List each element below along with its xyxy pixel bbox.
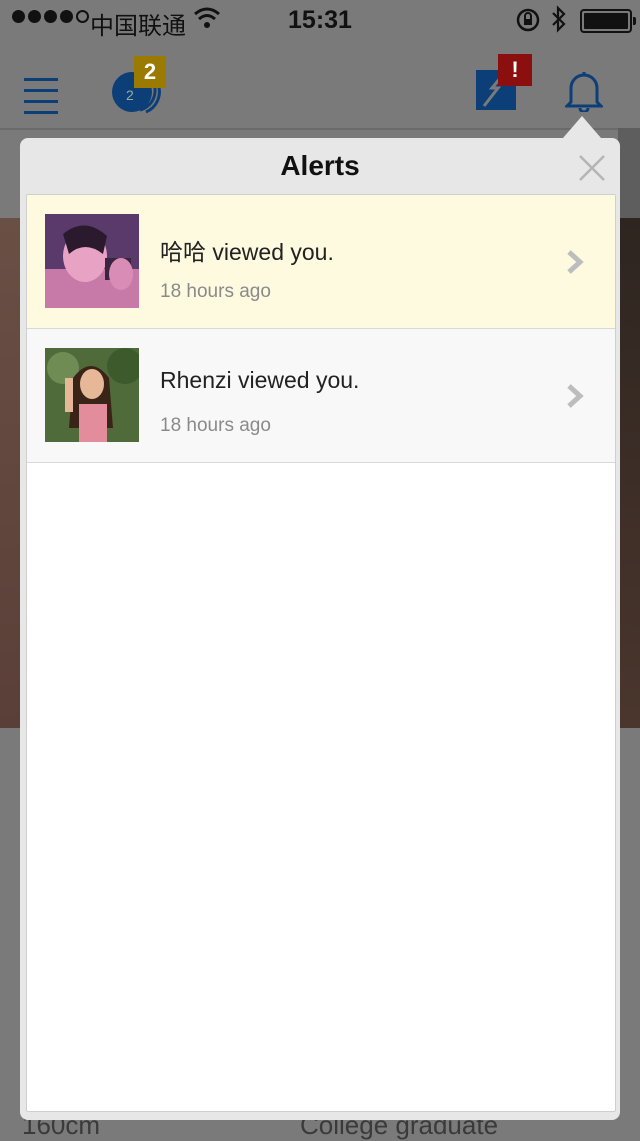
messages-badge: ! — [498, 54, 532, 86]
bluetooth-icon — [550, 5, 568, 40]
top-navbar: 2 2 ! — [0, 40, 640, 130]
status-bar: 中国联通 15:31 — [0, 0, 640, 40]
alerts-panel: Alerts 哈哈 viewed you. 18 hours ago Rhenz… — [20, 138, 620, 1120]
chevron-right-icon — [565, 249, 585, 280]
panel-title: Alerts — [280, 150, 360, 181]
alert-text: 哈哈 viewed you. — [160, 239, 334, 265]
alert-timestamp: 18 hours ago — [160, 415, 271, 436]
panel-pointer — [563, 116, 601, 138]
menu-icon[interactable] — [24, 78, 58, 122]
clock: 15:31 — [288, 6, 352, 34]
rotation-lock-icon — [515, 7, 541, 40]
chevron-right-icon — [565, 383, 585, 414]
battery-icon — [580, 9, 636, 33]
background-photo — [0, 218, 22, 728]
close-button[interactable] — [576, 152, 608, 184]
alert-text: Rhenzi viewed you. — [160, 367, 360, 393]
close-icon — [579, 155, 605, 181]
avatar[interactable] — [45, 214, 139, 308]
alerts-list: 哈哈 viewed you. 18 hours ago Rhenzi viewe… — [26, 194, 616, 1112]
background-photo — [618, 218, 640, 728]
alert-item[interactable]: 哈哈 viewed you. 18 hours ago — [27, 195, 615, 329]
alert-item[interactable]: Rhenzi viewed you. 18 hours ago — [27, 329, 615, 463]
avatar[interactable] — [45, 348, 139, 442]
logo-badge: 2 — [134, 56, 166, 88]
svg-text:2: 2 — [126, 87, 134, 103]
background-strip — [618, 128, 640, 218]
bell-icon[interactable] — [563, 68, 605, 117]
alert-timestamp: 18 hours ago — [160, 281, 271, 302]
